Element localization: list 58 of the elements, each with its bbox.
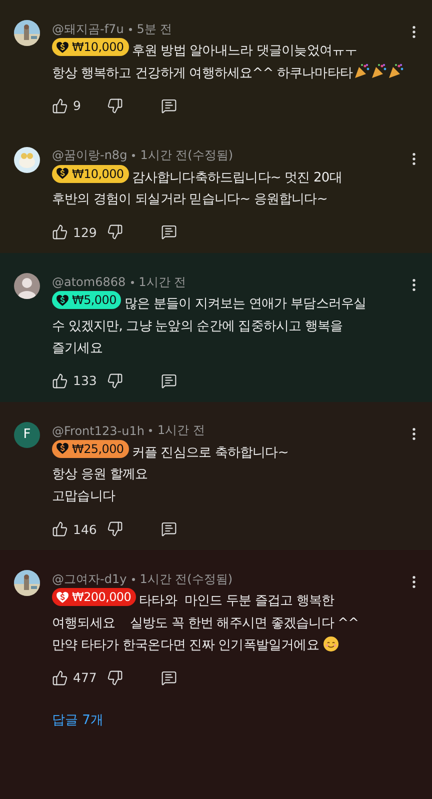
- dislike-icon[interactable]: [107, 224, 123, 240]
- like-icon[interactable]: [52, 372, 68, 388]
- dislike-icon[interactable]: [107, 98, 123, 114]
- like-count: 477: [73, 670, 98, 685]
- reply-icon[interactable]: [161, 521, 177, 537]
- like-icon[interactable]: [52, 98, 68, 114]
- dislike-icon[interactable]: [107, 372, 123, 388]
- like-icon[interactable]: [52, 521, 68, 537]
- like-icon[interactable]: [52, 224, 68, 240]
- author-name: @돼지곰-f7u: [52, 20, 124, 38]
- separator-dot: [132, 578, 135, 580]
- comment-time: 1시간 전: [138, 274, 186, 290]
- comment-text: ₩5,000 많은 분들이 지켜보는 연애가 부담스러우실 수 있겠지만, 그냥 눈앞의 순간에 집중하시고 행복을 즐기세요: [52, 291, 368, 358]
- reply-icon[interactable]: [161, 670, 177, 686]
- like-count: 9: [73, 98, 82, 113]
- comment-text: ₩25,000 커플 진심으로 축하합니다~ 항상 응원 할께요 고맙습니다: [52, 440, 290, 506]
- party-popper-icon: [354, 62, 370, 78]
- comment-text: ₩10,000 감사합니다축하드립니다~ 멋진 20대 후반의 경험이 되실거라 믿습니다~ 응원합니다~: [52, 164, 343, 209]
- smiling-face-icon: [322, 636, 339, 652]
- comment-time: 1시간 전(수정됨): [140, 570, 232, 588]
- like-count: 129: [73, 224, 98, 240]
- super-thanks-amount: ₩200,000: [52, 588, 136, 606]
- super-thanks-amount: ₩5,000: [52, 291, 122, 309]
- reply-icon[interactable]: [161, 224, 177, 240]
- separator-dot: [132, 154, 136, 157]
- like-count: 133: [73, 373, 98, 388]
- dislike-icon[interactable]: [107, 670, 123, 686]
- avatar[interactable]: F: [14, 422, 40, 448]
- author-name: @Front123-u1h: [52, 424, 144, 438]
- super-thanks-amount: ₩10,000: [52, 38, 129, 56]
- reply-icon[interactable]: [161, 372, 177, 388]
- heart-coin-icon: [56, 442, 69, 455]
- separator-dot: [128, 28, 132, 30]
- dislike-icon[interactable]: [107, 521, 123, 537]
- comment-time: 1시간 전(수정됨): [140, 147, 233, 164]
- author-name: @그여자-d1y: [52, 570, 127, 588]
- super-thanks-amount: ₩25,000: [52, 440, 129, 458]
- heart-coin-icon: [56, 294, 69, 306]
- separator-dot: [130, 280, 134, 284]
- super-thanks-amount: ₩10,000: [52, 164, 129, 182]
- replies-link[interactable]: 답글 7개: [52, 710, 104, 728]
- heart-coin-icon: [56, 590, 69, 604]
- heart-coin-icon: [56, 167, 69, 180]
- avatar[interactable]: [14, 146, 40, 172]
- author-name: @atom6868: [52, 275, 126, 289]
- heart-coin-icon: [56, 40, 69, 54]
- comment-text: ₩10,000 후원 방법 알아내느라 댓글이늦었여ㅠㅜ 항상 행복하고 건강하게 여행하세요^^ 하쿠나마타타: [52, 38, 394, 84]
- reply-icon[interactable]: [161, 98, 177, 114]
- separator-dot: [149, 429, 152, 432]
- like-count: 146: [73, 522, 98, 536]
- avatar[interactable]: [14, 273, 40, 299]
- comment-text: ₩200,000 타타와 마인드 두분 즐겁고 행복한 여행되세요 실방도 꼭 한번 해주시면 좋겠습니다 ^^ 만약 타타가 한국온다면 진짜 인기폭발일거에요: [52, 588, 360, 654]
- comment-time: 5분 전: [136, 20, 172, 38]
- party-popper-icon: [370, 62, 387, 78]
- author-name: @꿈이랑-n8g: [52, 147, 128, 164]
- party-popper-icon: [388, 62, 404, 78]
- comment-time: 1시간 전: [157, 422, 205, 439]
- like-icon[interactable]: [52, 670, 68, 686]
